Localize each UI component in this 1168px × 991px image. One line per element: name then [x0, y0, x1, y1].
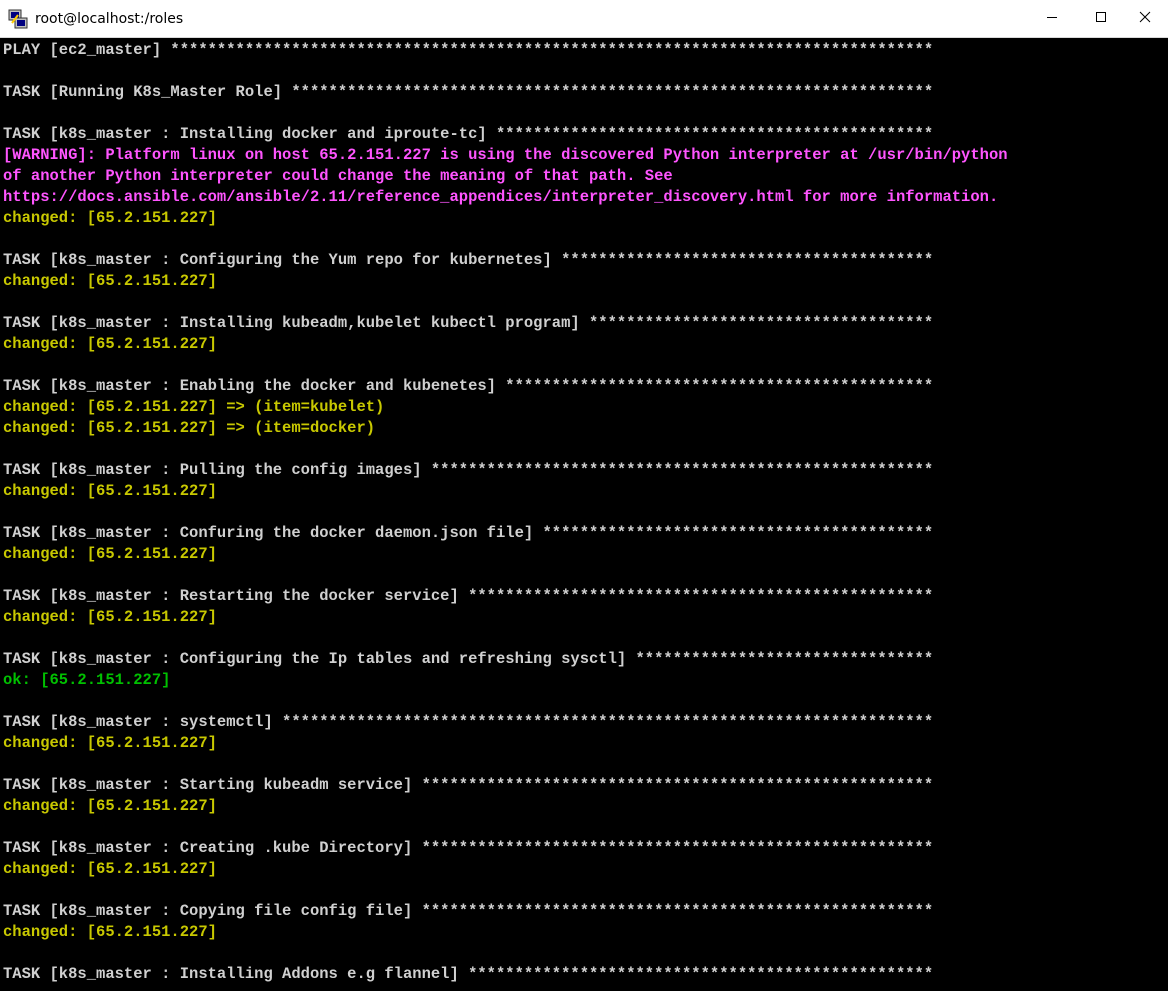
terminal-line-warning: [WARNING]: Platform linux on host 65.2.1… — [3, 146, 1008, 164]
terminal-line-task: TASK [k8s_master : systemctl] **********… — [3, 713, 934, 731]
putty-terminal-icon[interactable] — [8, 9, 28, 29]
maximize-button[interactable] — [1078, 0, 1124, 37]
terminal-line-task: TASK [Running K8s_Master Role] *********… — [3, 83, 934, 101]
terminal-line-changed: changed: [65.2.151.227] — [3, 482, 217, 500]
close-button[interactable] — [1122, 0, 1168, 37]
terminal-line-task: TASK [k8s_master : Pulling the config im… — [3, 461, 934, 479]
minimize-button[interactable] — [1029, 0, 1075, 37]
terminal-line-changed: changed: [65.2.151.227] — [3, 734, 217, 752]
terminal-line-changed: changed: [65.2.151.227] — [3, 797, 217, 815]
terminal-line-task: TASK [k8s_master : Restarting the docker… — [3, 587, 934, 605]
terminal-line-task: TASK [k8s_master : Configuring the Yum r… — [3, 251, 934, 269]
terminal-line-task: TASK [k8s_master : Starting kubeadm serv… — [3, 776, 934, 794]
terminal-line-changed: changed: [65.2.151.227] => (item=docker) — [3, 419, 376, 437]
window-title: root@localhost:/roles — [35, 11, 184, 27]
terminal-output[interactable]: PLAY [ec2_master] **********************… — [0, 38, 1168, 991]
terminal-line-changed: changed: [65.2.151.227] — [3, 860, 217, 878]
close-icon — [1139, 10, 1151, 28]
terminal-line-task: TASK [k8s_master : Enabling the docker a… — [3, 377, 934, 395]
minimize-icon — [1046, 10, 1058, 28]
terminal-line-changed: changed: [65.2.151.227] — [3, 923, 217, 941]
terminal-line-changed: changed: [65.2.151.227] — [3, 209, 217, 227]
terminal-line-task: TASK [k8s_master : Installing Addons e.g… — [3, 965, 934, 983]
terminal-line-changed: changed: [65.2.151.227] — [3, 335, 217, 353]
terminal-line-changed: changed: [65.2.151.227] — [3, 608, 217, 626]
terminal-line-task: TASK [k8s_master : Confuring the docker … — [3, 524, 934, 542]
terminal-line-task: TASK [k8s_master : Copying file config f… — [3, 902, 934, 920]
terminal-window: root@localhost:/roles PLAY [ec2_master] … — [0, 0, 1168, 991]
terminal-line-changed: changed: [65.2.151.227] — [3, 545, 217, 563]
terminal-line-task: TASK [k8s_master : Installing docker and… — [3, 125, 934, 143]
terminal-line-task: TASK [k8s_master : Creating .kube Direct… — [3, 839, 934, 857]
title-bar[interactable]: root@localhost:/roles — [0, 0, 1168, 38]
terminal-line-task: TASK [k8s_master : Installing kubeadm,ku… — [3, 314, 934, 332]
terminal-line-ok: ok: [65.2.151.227] — [3, 671, 171, 689]
terminal-line-task: TASK [k8s_master : Configuring the Ip ta… — [3, 650, 934, 668]
terminal-line-changed: changed: [65.2.151.227] — [3, 272, 217, 290]
terminal-line-changed: changed: [65.2.151.227] => (item=kubelet… — [3, 398, 385, 416]
terminal-line-play: PLAY [ec2_master] **********************… — [3, 41, 934, 59]
terminal-line-warning: https://docs.ansible.com/ansible/2.11/re… — [3, 188, 999, 206]
maximize-icon — [1095, 10, 1107, 28]
terminal-line-warning: of another Python interpreter could chan… — [3, 167, 673, 185]
